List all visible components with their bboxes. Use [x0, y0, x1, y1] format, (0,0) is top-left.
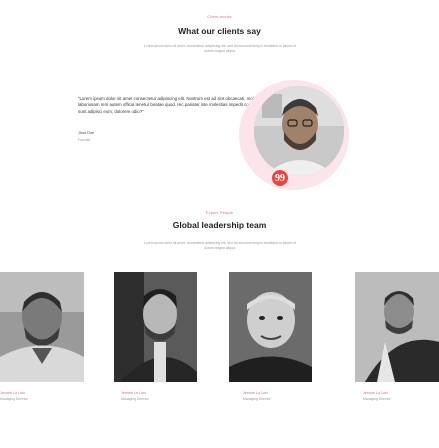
team-member-photo[interactable]	[0, 272, 84, 382]
clients-eyebrow: Client words	[207, 14, 232, 19]
team-member-name: Jerome La Lust	[121, 391, 146, 395]
testimonial-author-name: Jhon Doe	[78, 131, 95, 135]
team-section-description: Lorem ipsum dolor sit amet, consectetur …	[143, 241, 297, 250]
page: Client words What our clients say Lorem …	[0, 0, 439, 448]
team-section-title: Global leadership team	[172, 220, 267, 230]
quote-mark-icon: 99	[272, 170, 288, 186]
testimonial-card: “Lorem ipsum dolor sit amet consectetur …	[28, 80, 398, 190]
testimonial-author-role: Founder	[78, 138, 91, 142]
team-member-photo[interactable]	[229, 272, 312, 382]
team-eyebrow: Expert People	[205, 210, 234, 215]
team-grid	[0, 272, 439, 382]
team-member-photo[interactable]	[355, 272, 439, 382]
team-member-photo[interactable]	[114, 272, 197, 382]
team-member-name: Jerome La Lust	[0, 391, 25, 395]
team-member-name: Jerome La Lust	[243, 391, 268, 395]
team-member-name: Jerome La Lust	[363, 391, 388, 395]
team-member-role: Managing Director	[243, 397, 271, 401]
team-member-role: Managing Director	[0, 397, 28, 401]
clients-section-title: What our clients say	[178, 26, 261, 36]
testimonial-avatar	[254, 86, 344, 176]
team-member-role: Managing Director	[363, 397, 391, 401]
team-member-role: Managing Director	[121, 397, 149, 401]
clients-section-description: Lorem ipsum dolor sit amet, consectetur …	[143, 44, 297, 53]
avatar-illustration	[254, 86, 344, 176]
